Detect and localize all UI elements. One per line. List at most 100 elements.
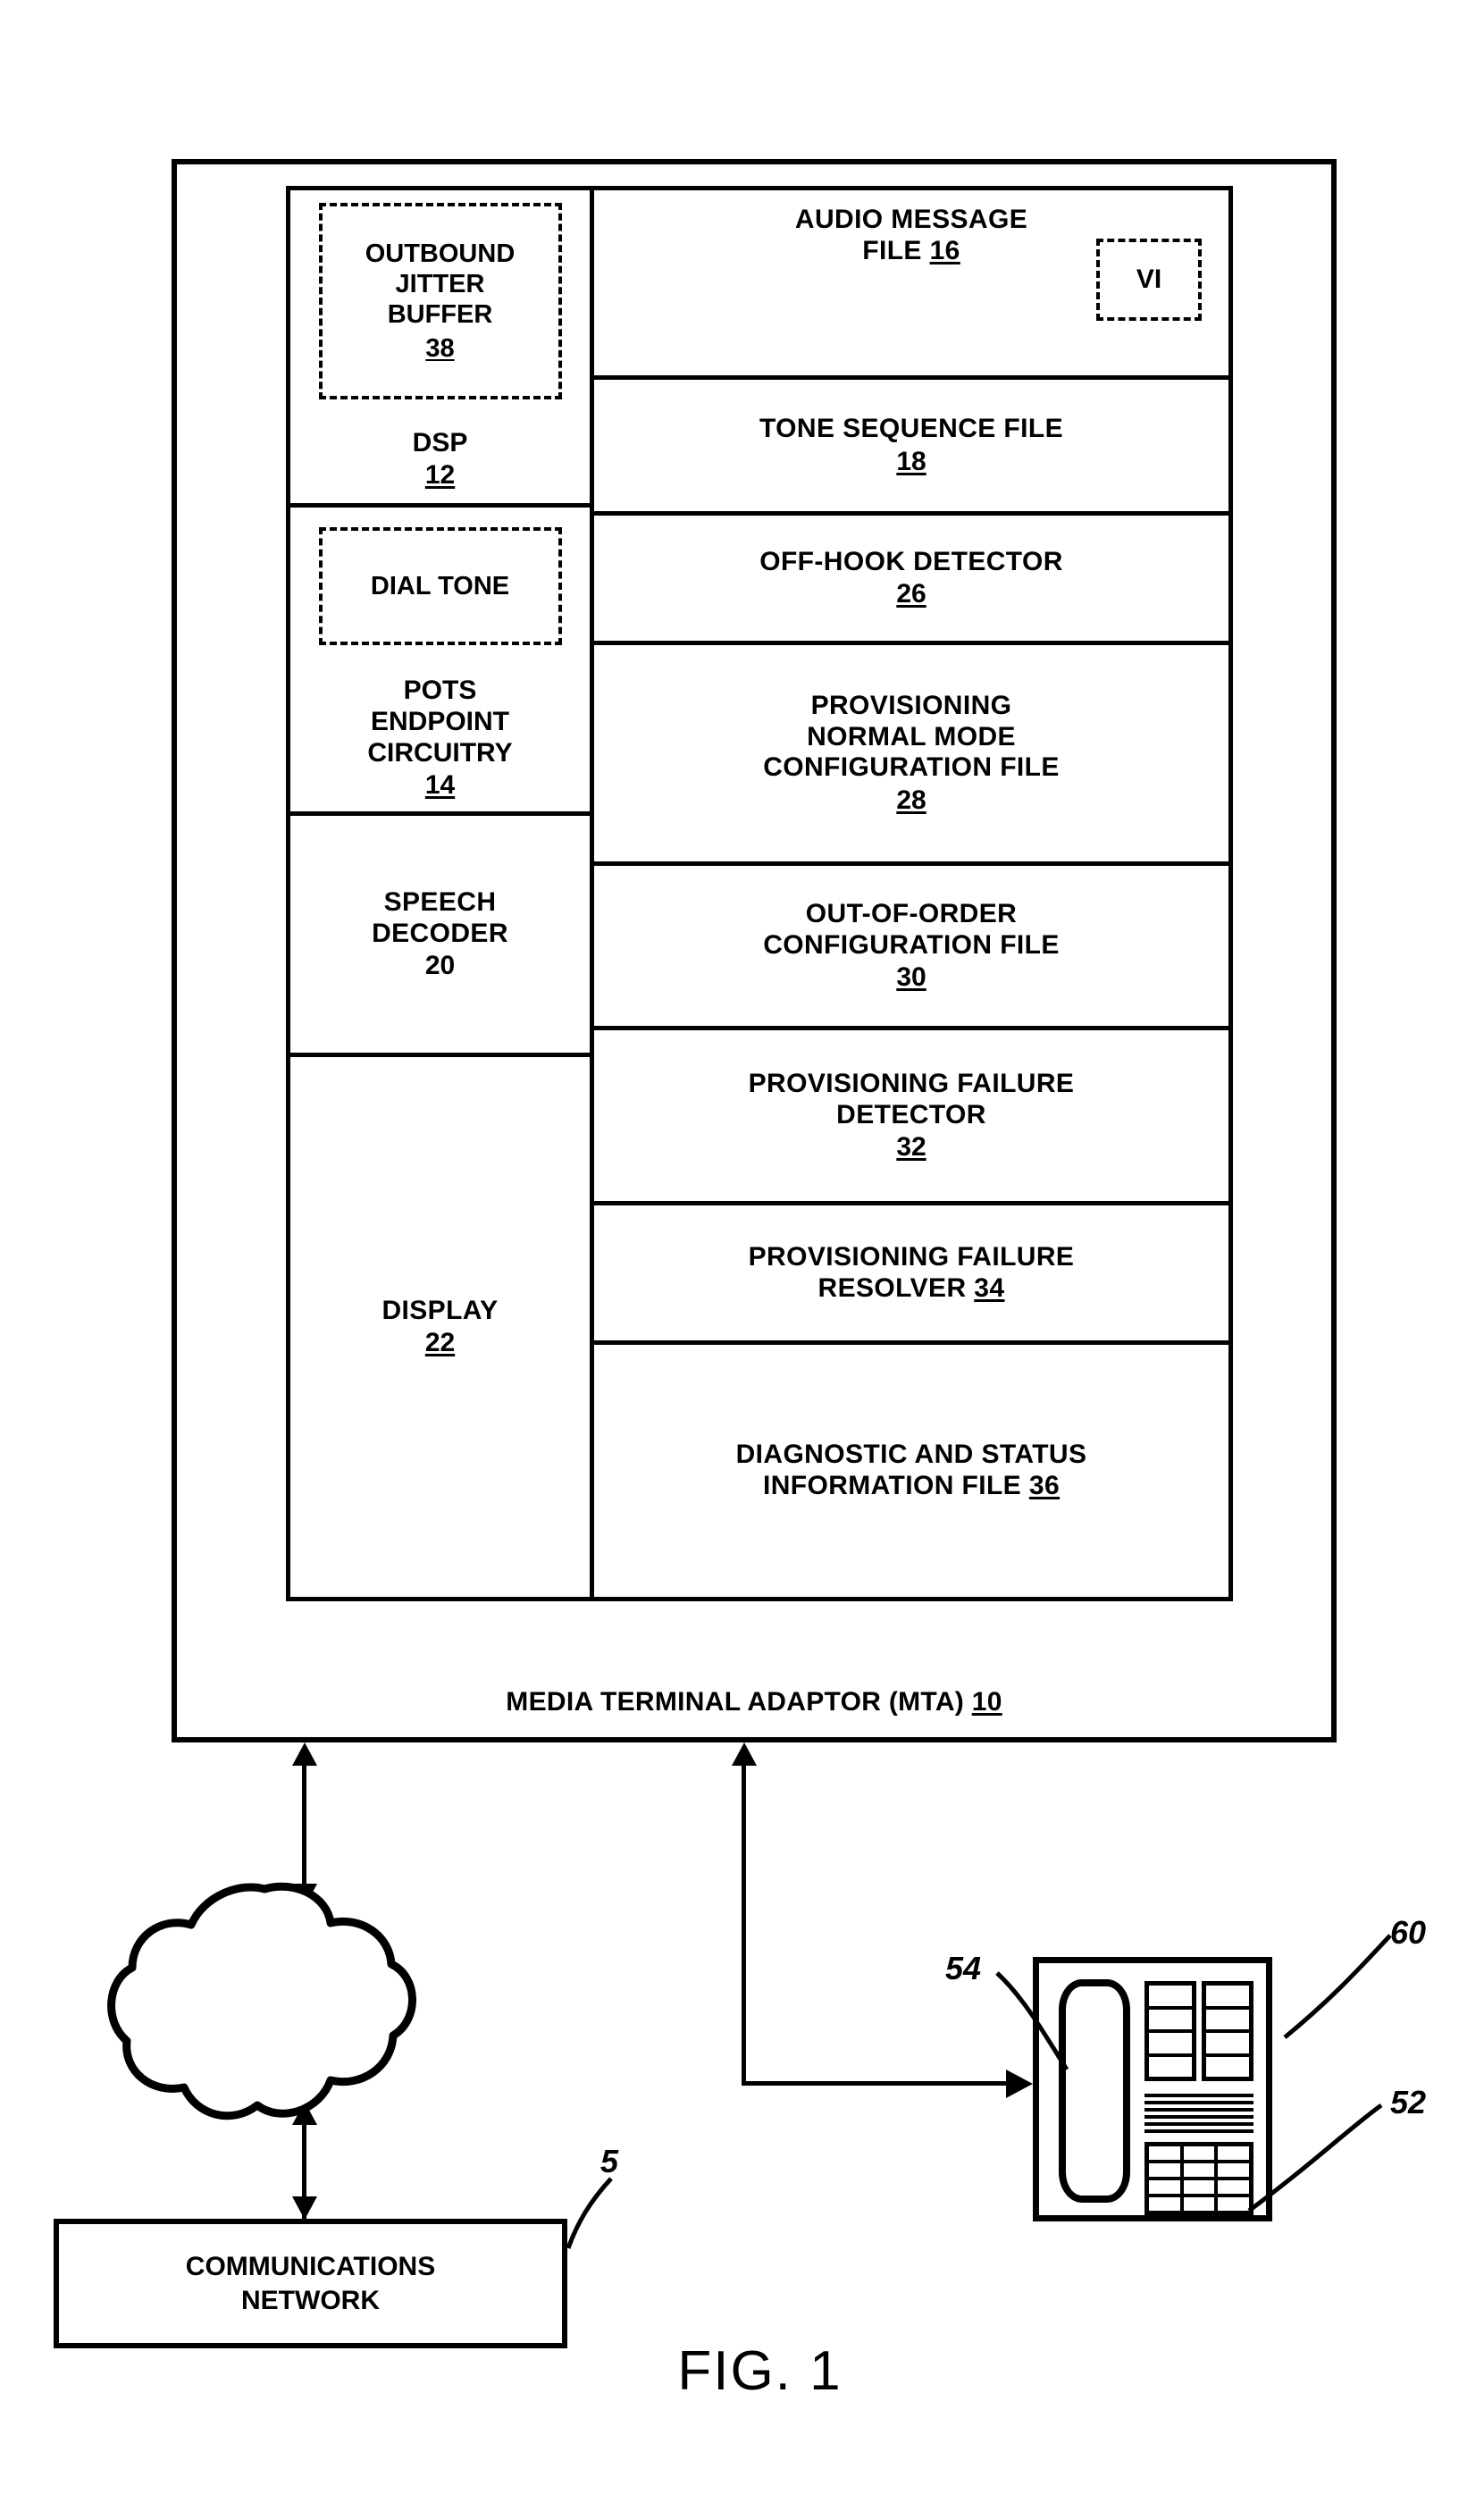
ref-52-leader-line: [1247, 2103, 1383, 2213]
feature-button-row: [1206, 1986, 1249, 2010]
pots-line2: ENDPOINT: [370, 706, 509, 736]
ref-number-52: 52: [1390, 2084, 1427, 2120]
audio-message-line1: AUDIO MESSAGE: [794, 205, 1028, 234]
outbound-jitter-buffer-block: OUTBOUND JITTER BUFFER 38: [318, 203, 562, 399]
cell-speech-decoder: SPEECH DECODER 20: [290, 811, 590, 1053]
cell-off-hook-detector: OFF-HOOK DETECTOR 26: [594, 511, 1228, 641]
vi-badge: VI: [1096, 239, 1202, 321]
pf-resolver-line2: RESOLVER: [817, 1272, 967, 1303]
audio-message-line2: FILE: [862, 235, 922, 265]
line-mta-cloud: [302, 1759, 306, 1894]
figure-caption-text: FIG. 1: [677, 2340, 843, 2402]
prov-normal-line2: NORMAL MODE: [807, 721, 1016, 752]
audio-message-ref-number: 16: [929, 235, 960, 265]
keypad-key[interactable]: [1149, 2197, 1184, 2211]
prov-normal-line1: PROVISIONING: [810, 690, 1012, 720]
keypad-key[interactable]: [1149, 2180, 1184, 2194]
cell-out-of-order-config-file: OUT-OF-ORDER CONFIGURATION FILE 30: [594, 861, 1228, 1026]
dial-tone-label: DIAL TONE: [370, 571, 510, 600]
jitter-ref-number: 38: [425, 334, 455, 364]
cell-audio-message-file: AUDIO MESSAGE FILE 16 VI: [594, 190, 1228, 375]
pf-resolver-line2-group: RESOLVER 34: [818, 1273, 1005, 1305]
comm-net-line2: NETWORK: [241, 2285, 380, 2315]
ref-5-leader-line: [566, 2177, 613, 2249]
cell-diagnostic-status-information-file: DIAGNOSTIC AND STATUS INFORMATION FILE 3…: [594, 1340, 1228, 1597]
arrow-network-from-cloud: [292, 2196, 317, 2220]
cell-provisioning-failure-detector: PROVISIONING FAILURE DETECTOR 32: [594, 1026, 1228, 1201]
prov-normal-line3: CONFIGURATION FILE: [763, 752, 1060, 783]
right-column: AUDIO MESSAGE FILE 16 VI TONE SEQUENCE F…: [594, 190, 1228, 1597]
pots-ref-number: 14: [424, 770, 456, 801]
feature-button-row: [1149, 2033, 1192, 2057]
keypad-key[interactable]: [1184, 2163, 1219, 2177]
left-column: OUTBOUND JITTER BUFFER 38 DSP 12 DIAL TO…: [290, 190, 594, 1597]
display-label: DISPLAY: [381, 1295, 499, 1325]
keypad-key[interactable]: [1149, 2146, 1184, 2160]
off-hook-ref-number: 26: [896, 579, 926, 609]
out-of-order-line2: CONFIGURATION FILE: [763, 929, 1060, 960]
keypad-key[interactable]: [1184, 2146, 1219, 2160]
cell-provisioning-normal-mode-config-file: PROVISIONING NORMAL MODE CONFIGURATION F…: [594, 641, 1228, 861]
diagnostic-ref-number: 36: [1028, 1471, 1061, 1500]
feature-button-row: [1206, 2010, 1249, 2033]
line-mta-phone-horizontal: [742, 2081, 1023, 2086]
audio-message-file-inner: AUDIO MESSAGE FILE 16 VI: [601, 205, 1221, 321]
mta-ref-number: 10: [971, 1687, 1002, 1717]
cell-tone-sequence-file: TONE SEQUENCE FILE 18: [594, 375, 1228, 511]
mta-caption: MEDIA TERMINAL ADAPTOR (MTA) 10: [177, 1687, 1331, 1717]
dial-tone-block: DIAL TONE: [318, 527, 562, 645]
keypad-key[interactable]: [1184, 2180, 1219, 2194]
pf-detector-ref-number: 32: [896, 1132, 926, 1163]
figure-caption: FIG. 1: [0, 2339, 1484, 2403]
speech-decoder-ref-number: 20: [424, 951, 456, 981]
keypad-key[interactable]: [1149, 2163, 1184, 2177]
prov-normal-ref-number: 28: [896, 785, 926, 816]
jitter-line3: BUFFER: [387, 300, 493, 329]
module-grid: OUTBOUND JITTER BUFFER 38 DSP 12 DIAL TO…: [286, 186, 1233, 1601]
out-of-order-ref-number: 30: [896, 962, 926, 993]
line-mta-phone-vertical: [742, 1759, 746, 2086]
jitter-line1: OUTBOUND: [365, 239, 516, 268]
vi-label: VI: [1136, 264, 1162, 294]
pf-resolver-line1: PROVISIONING FAILURE: [748, 1241, 1075, 1272]
cell-provisioning-failure-resolver: PROVISIONING FAILURE RESOLVER 34: [594, 1201, 1228, 1340]
tone-sequence-line1: TONE SEQUENCE FILE: [759, 414, 1064, 444]
tone-sequence-ref-number: 18: [896, 446, 926, 476]
pots-line3: CIRCUITRY: [367, 737, 513, 768]
ref-number-54: 54: [945, 1950, 982, 1986]
diagnostic-line1: DIAGNOSTIC AND STATUS: [735, 1440, 1087, 1470]
diagnostic-line2-group: INFORMATION FILE 36: [763, 1471, 1060, 1502]
diagnostic-line2: INFORMATION FILE: [762, 1471, 1022, 1500]
feature-button-block-left: [1144, 1981, 1196, 2081]
pots-label: POTS ENDPOINT CIRCUITRY: [367, 676, 512, 768]
keypad-key[interactable]: [1184, 2197, 1219, 2211]
feature-button-row: [1149, 2010, 1192, 2033]
dsp-ref-number: 12: [424, 460, 456, 490]
feature-button-block-right: [1202, 1981, 1253, 2081]
feature-button-row: [1149, 1986, 1192, 2010]
ref-60-leader-line: [1283, 1934, 1392, 2039]
mta-label: MEDIA TERMINAL ADAPTOR (MTA): [506, 1687, 965, 1717]
pf-detector-line2: DETECTOR: [836, 1099, 986, 1129]
communications-network-box: COMMUNICATIONS NETWORK: [54, 2219, 567, 2348]
cell-pots-endpoint-circuitry: DIAL TONE POTS ENDPOINT CIRCUITRY 14: [290, 503, 590, 811]
figure-canvas: MEDIA TERMINAL ADAPTOR (MTA) 10 OUTBOUND…: [0, 0, 1484, 2519]
display-ref-number: 22: [424, 1328, 456, 1358]
off-hook-line1: OFF-HOOK DETECTOR: [759, 546, 1063, 576]
out-of-order-line1: OUT-OF-ORDER: [805, 898, 1018, 928]
cell-display: DISPLAY 22: [290, 1053, 590, 1597]
ref-54-leader-line: [995, 1971, 1069, 2071]
pf-resolver-ref-number: 34: [974, 1272, 1005, 1303]
pf-detector-line1: PROVISIONING FAILURE: [748, 1068, 1075, 1098]
feature-button-row: [1206, 2057, 1249, 2078]
feature-button-row: [1206, 2033, 1249, 2057]
speech-decoder-line1: SPEECH: [383, 886, 497, 917]
feature-button-row: [1149, 2057, 1192, 2078]
cell-dsp: OUTBOUND JITTER BUFFER 38 DSP 12: [290, 190, 590, 503]
jitter-line2: JITTER: [395, 269, 485, 298]
speech-decoder-line2: DECODER: [372, 918, 508, 948]
dsp-label: DSP: [412, 428, 468, 458]
pots-line1: POTS: [403, 676, 477, 705]
communications-cloud: [105, 1877, 427, 2136]
comm-net-line1: COMMUNICATIONS: [185, 2252, 436, 2281]
